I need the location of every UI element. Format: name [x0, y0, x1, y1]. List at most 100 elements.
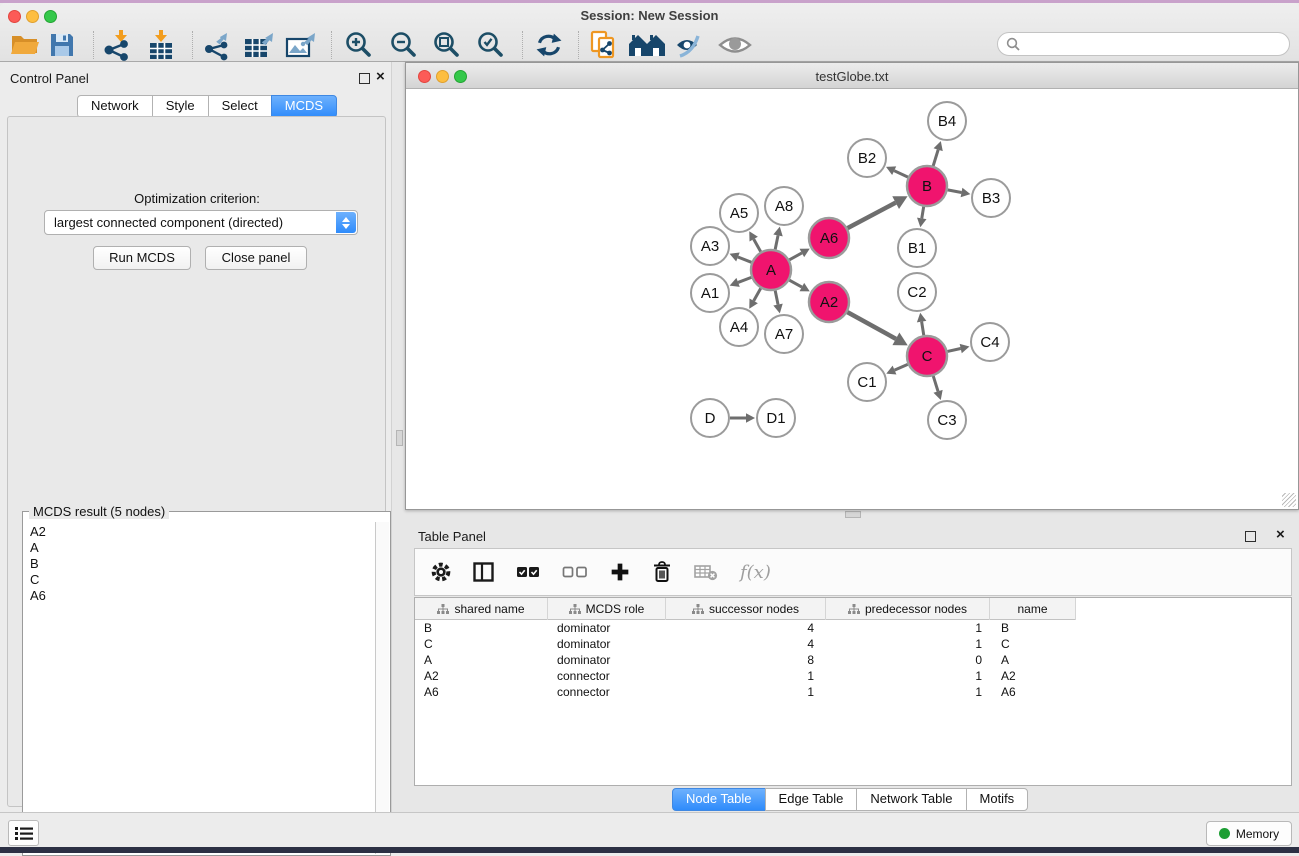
main-area: Control Panel × Network Style Select MCD… — [0, 62, 1299, 812]
tab-edge-table[interactable]: Edge Table — [765, 788, 858, 811]
result-item[interactable]: A2 — [30, 524, 374, 540]
window-resize-grip[interactable] — [1282, 493, 1296, 507]
tab-style[interactable]: Style — [152, 95, 209, 118]
graph-node-label: A3 — [701, 238, 719, 255]
graph-edge-C-C1[interactable] — [895, 364, 908, 370]
result-item[interactable]: B — [30, 556, 374, 572]
memory-status-icon — [1219, 828, 1230, 839]
graph-edge-A6-B[interactable] — [848, 203, 896, 229]
graph-edge-A-A3[interactable] — [738, 257, 752, 262]
graph-edge-arrowhead — [933, 390, 942, 400]
criterion-value: largest connected component (directed) — [54, 215, 283, 230]
save-session-button[interactable] — [49, 28, 75, 62]
column-header-name[interactable]: name — [990, 598, 1076, 620]
graph-edge-arrowhead — [773, 227, 782, 237]
float-table-panel-icon[interactable] — [1245, 531, 1256, 542]
result-item[interactable]: A6 — [30, 588, 374, 604]
network-window: testGlobe.txt B4B2BB3A5A8A6B1A3AA1C2A2A4… — [405, 62, 1299, 510]
criterion-dropdown[interactable]: largest connected component (directed) — [44, 210, 358, 235]
graph-edge-B-B3[interactable] — [948, 190, 962, 193]
tab-mcds[interactable]: MCDS — [271, 95, 337, 118]
table-row[interactable]: A2 connector 1 1 A2 — [415, 668, 1291, 684]
memory-button[interactable]: Memory — [1206, 821, 1292, 846]
zoom-in-button[interactable] — [344, 28, 374, 62]
search-icon — [1006, 37, 1020, 51]
graphics-details-button[interactable] — [675, 28, 707, 62]
create-column-icon[interactable] — [610, 562, 630, 582]
zoom-selected-button[interactable] — [476, 28, 506, 62]
tab-motifs[interactable]: Motifs — [966, 788, 1029, 811]
select-all-columns-icon[interactable] — [516, 565, 540, 579]
run-mcds-button[interactable]: Run MCDS — [93, 246, 191, 270]
splitter-handle-vertical[interactable] — [396, 430, 403, 446]
network-canvas[interactable]: B4B2BB3A5A8A6B1A3AA1C2A2A4A7C4CC1C3DD1 — [406, 89, 1298, 509]
tab-network[interactable]: Network — [77, 95, 153, 118]
open-session-button[interactable] — [10, 28, 40, 62]
toolbar-separator — [522, 31, 523, 59]
graph-edge-A-A2[interactable] — [789, 280, 801, 287]
function-builder-icon[interactable]: f(x) — [740, 562, 771, 583]
column-header-mcds-role[interactable]: MCDS role — [548, 598, 666, 620]
import-table-button[interactable] — [146, 28, 178, 62]
network-from-file-button[interactable] — [589, 28, 619, 62]
graph-edge-C-C2[interactable] — [922, 322, 924, 336]
table-row[interactable]: C dominator 4 1 C — [415, 636, 1291, 652]
table-row[interactable]: A dominator 8 0 A — [415, 652, 1291, 668]
unselect-all-columns-icon[interactable] — [562, 565, 588, 579]
window-title: Session: New Session — [0, 8, 1299, 23]
splitter-handle-horizontal[interactable] — [845, 511, 861, 518]
result-item[interactable]: A — [30, 540, 374, 556]
panel-icon[interactable] — [473, 562, 494, 582]
tab-select[interactable]: Select — [208, 95, 272, 118]
float-panel-icon[interactable] — [359, 73, 370, 84]
birds-eye-view-button[interactable] — [718, 28, 752, 62]
export-network-icon — [202, 29, 234, 61]
graph-edge-B-B1[interactable] — [922, 207, 924, 219]
zoom-fit-button[interactable] — [432, 28, 462, 62]
graph-edge-C-C3[interactable] — [933, 376, 938, 391]
graph-edge-B-B4[interactable] — [933, 150, 938, 166]
graph-edge-C-C4[interactable] — [947, 349, 960, 352]
mcds-tab-content: Optimization criterion: largest connecte… — [7, 116, 386, 807]
graph-edge-arrowhead — [960, 344, 970, 353]
close-panel-button[interactable]: Close panel — [205, 246, 307, 270]
tab-node-table[interactable]: Node Table — [672, 788, 766, 811]
column-header-successor-nodes[interactable]: successor nodes — [666, 598, 826, 620]
graph-edge-A-A1[interactable] — [738, 277, 751, 282]
table-row[interactable]: A6 connector 1 1 A6 — [415, 684, 1291, 700]
graph-edge-A-A6[interactable] — [789, 253, 801, 260]
column-header-shared-name[interactable]: shared name — [415, 598, 548, 620]
graph-edge-A-A8[interactable] — [775, 235, 778, 249]
graph-edge-A-A4[interactable] — [754, 288, 761, 301]
settings-icon[interactable] — [431, 562, 451, 582]
table-row[interactable]: B dominator 4 1 B — [415, 620, 1291, 636]
graph-node-label: A6 — [820, 230, 838, 247]
tab-network-table[interactable]: Network Table — [856, 788, 966, 811]
zoom-out-button[interactable] — [389, 28, 419, 62]
control-panel-tabs: Network Style Select MCDS — [77, 95, 337, 118]
graph-edge-A-A7[interactable] — [775, 291, 778, 305]
mcds-result-list[interactable]: A2 A B C A6 — [24, 522, 374, 854]
first-neighbors-button[interactable] — [628, 28, 666, 62]
graphics-details-icon — [675, 32, 707, 58]
close-panel-icon[interactable]: × — [376, 68, 385, 86]
search-input[interactable] — [1025, 37, 1289, 52]
result-scrollbar[interactable] — [375, 522, 389, 854]
refresh-button[interactable] — [534, 28, 564, 62]
result-item[interactable]: C — [30, 572, 374, 588]
search-field[interactable] — [997, 32, 1290, 56]
graph-edge-A-A5[interactable] — [754, 239, 761, 252]
network-window-titlebar[interactable]: testGlobe.txt — [406, 63, 1298, 89]
import-network-button[interactable] — [103, 28, 135, 62]
task-history-button[interactable] — [8, 820, 39, 846]
export-network-button[interactable] — [202, 28, 234, 62]
export-table-button[interactable] — [243, 28, 277, 62]
export-image-button[interactable] — [285, 28, 319, 62]
delete-column-icon[interactable] — [652, 561, 672, 583]
graph-edge-A2-C[interactable] — [847, 312, 896, 339]
close-table-panel-icon[interactable]: × — [1276, 526, 1285, 544]
delete-table-icon[interactable] — [694, 563, 718, 581]
table-panel-title: Table Panel — [418, 529, 486, 544]
column-header-predecessor-nodes[interactable]: predecessor nodes — [826, 598, 990, 620]
graph-edge-B-B2[interactable] — [894, 171, 908, 177]
